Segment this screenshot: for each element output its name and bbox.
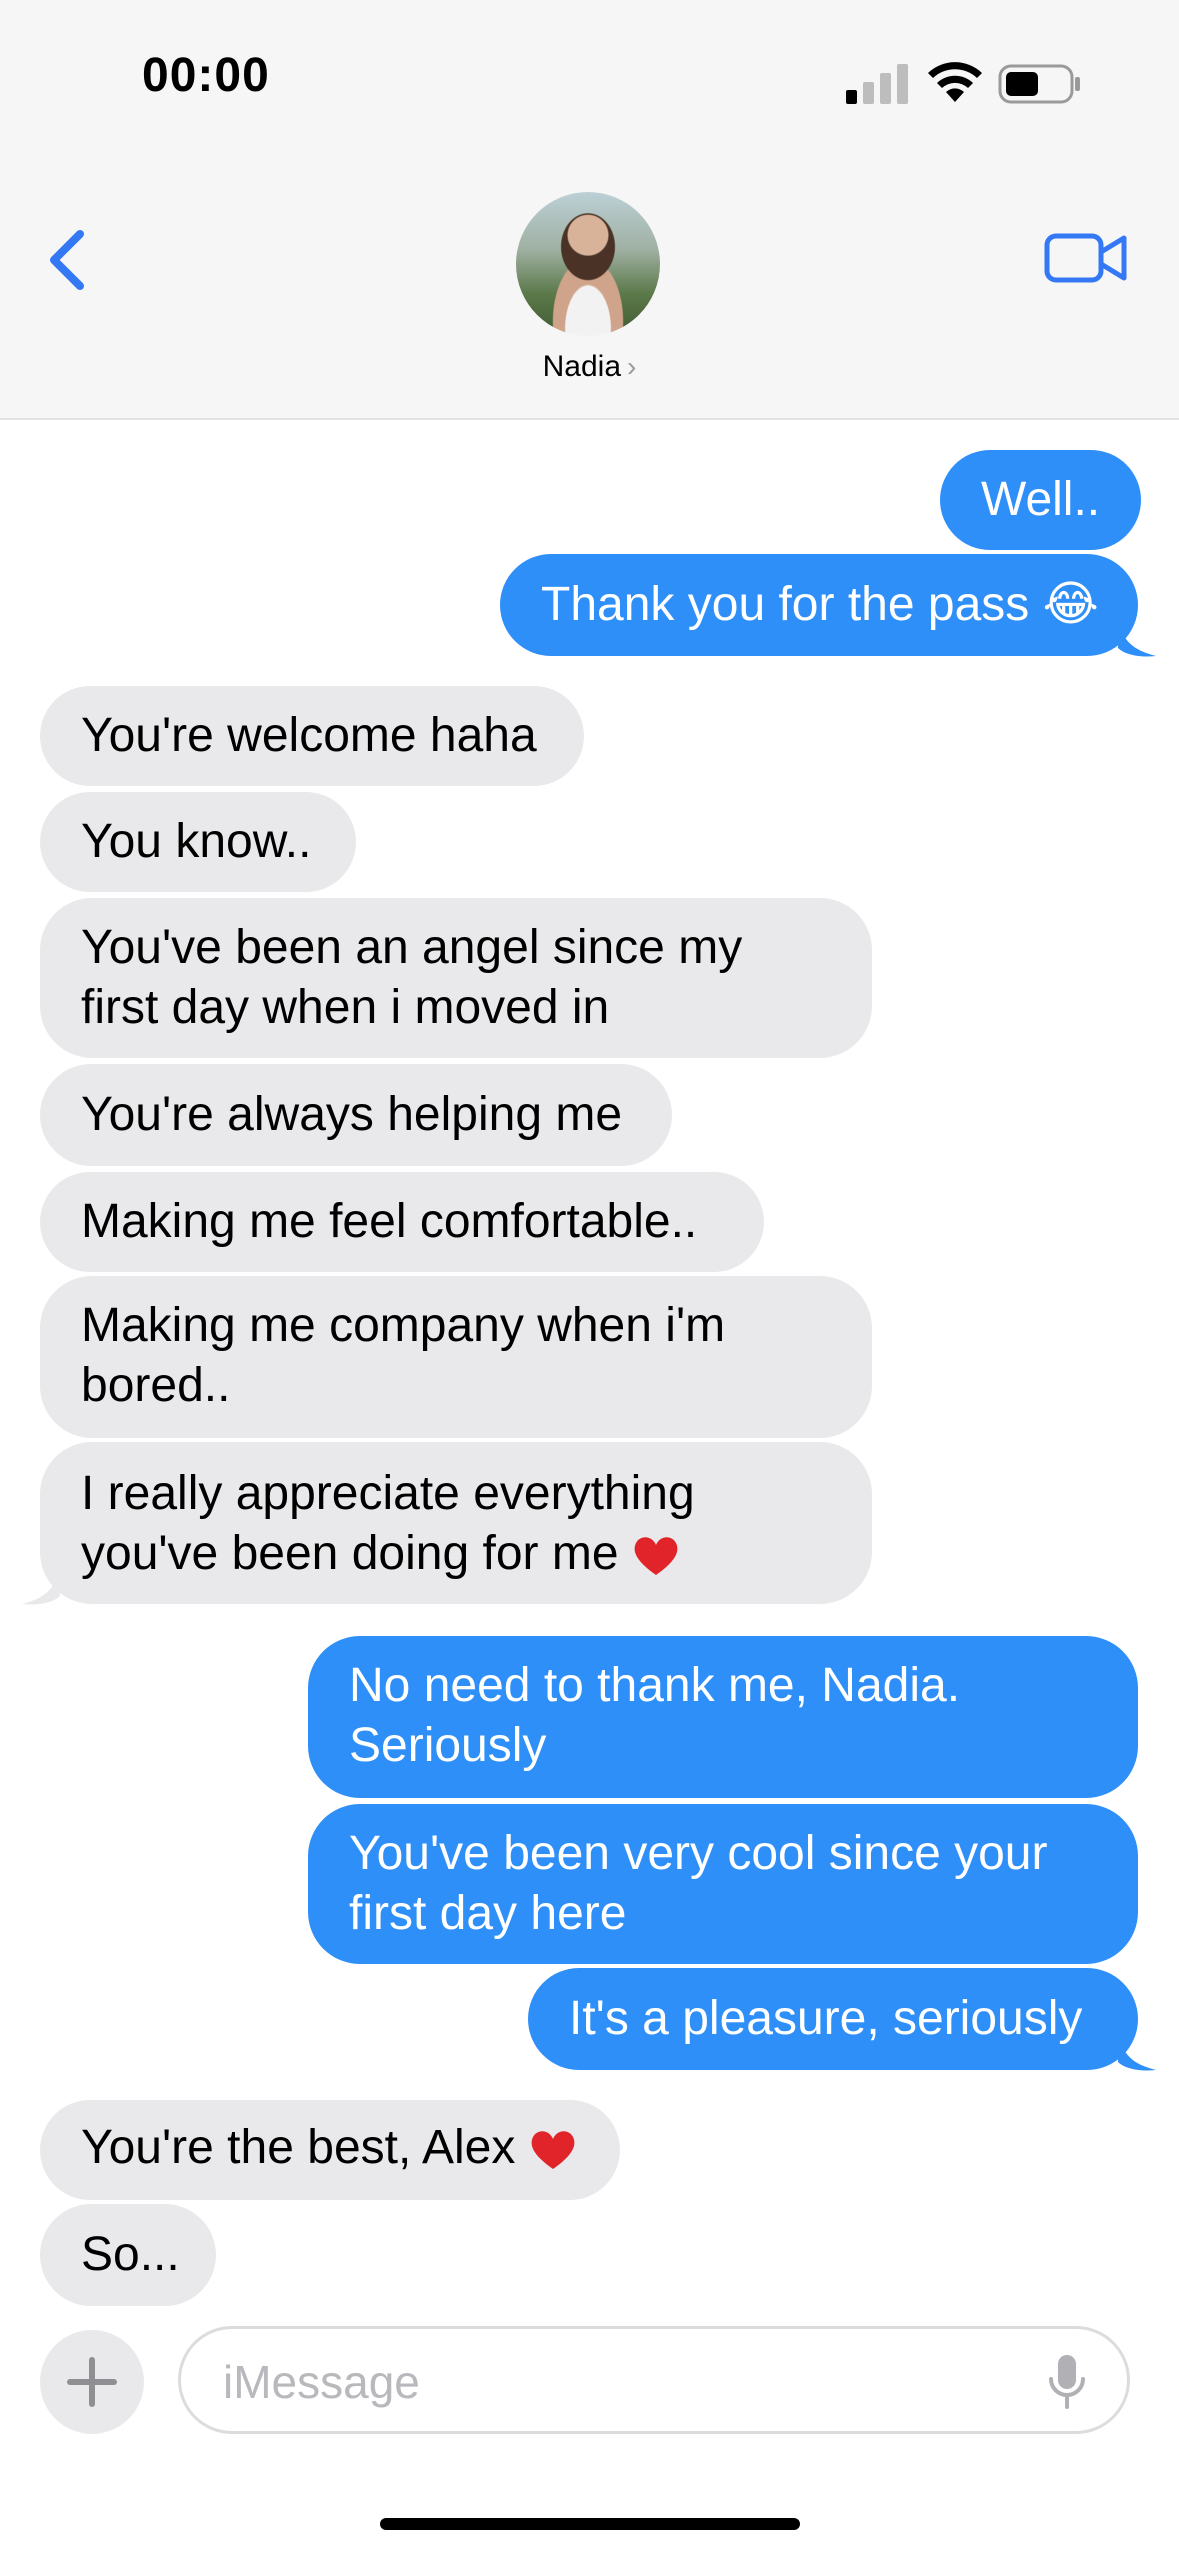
microphone-icon[interactable] bbox=[1047, 2353, 1087, 2411]
message-input-placeholder: iMessage bbox=[223, 2356, 420, 2408]
message-text: Well.. bbox=[981, 473, 1101, 526]
message-text-line: you've been doing for me bbox=[81, 1527, 619, 1580]
message-input[interactable]: iMessage bbox=[178, 2326, 1130, 2434]
message-bubble-sent[interactable]: Thank you for the pass 😂 bbox=[500, 554, 1138, 656]
bubble-tail bbox=[1118, 618, 1156, 657]
message-text-line: bored.. bbox=[81, 1359, 231, 1412]
message-text-line: You've been very cool since your bbox=[349, 1827, 1048, 1880]
message-bubble-sent[interactable]: No need to thank me, Nadia. Seriously bbox=[308, 1636, 1138, 1798]
back-chevron-icon[interactable] bbox=[40, 220, 100, 300]
message-text: So... bbox=[81, 2228, 180, 2281]
wifi-icon bbox=[928, 62, 982, 102]
message-text-line: Making me company when i'm bbox=[81, 1299, 726, 1352]
message-bubble-sent[interactable]: It's a pleasure, seriously bbox=[528, 1968, 1138, 2070]
message-text: You're welcome haha bbox=[81, 709, 537, 762]
battery-icon bbox=[998, 64, 1080, 104]
status-time: 00:00 bbox=[142, 49, 270, 102]
message-text: You're always helping me bbox=[81, 1088, 623, 1141]
message-text: You know.. bbox=[81, 815, 312, 868]
message-text: It's a pleasure, seriously bbox=[569, 1992, 1083, 2045]
message-text: You're the best, Alex bbox=[81, 2121, 516, 2174]
heart-emoji bbox=[531, 2131, 575, 2169]
chevron-right-icon: › bbox=[627, 351, 637, 382]
message-bubble-received[interactable]: So... bbox=[40, 2204, 216, 2306]
message-thread[interactable]: Well.. Thank you for the pass 😂 You're w… bbox=[0, 418, 1179, 2318]
signal-icon bbox=[846, 64, 908, 104]
message-text-line: You've been an angel since my bbox=[81, 921, 743, 974]
heart-emoji bbox=[634, 1537, 678, 1575]
message-text-line: first day here bbox=[349, 1887, 627, 1940]
contact-name[interactable]: Nadia › bbox=[0, 350, 1179, 384]
message-bubble-received[interactable]: You're always helping me bbox=[40, 1064, 672, 1166]
contact-avatar[interactable] bbox=[516, 192, 660, 336]
message-bubble-received[interactable]: Making me feel comfortable.. bbox=[40, 1172, 764, 1272]
message-bubble-received[interactable]: You're the best, Alex bbox=[40, 2100, 620, 2200]
bubble-tail bbox=[1118, 2032, 1156, 2071]
message-bubble-received[interactable]: You're welcome haha bbox=[40, 686, 584, 786]
message-bubble-sent[interactable]: You've been very cool since your first d… bbox=[308, 1804, 1138, 1964]
message-text-line: first day when i moved in bbox=[81, 981, 610, 1034]
plus-icon bbox=[67, 2357, 117, 2407]
message-bubble-received[interactable]: I really appreciate everything you've be… bbox=[40, 1442, 872, 1604]
message-bubble-received[interactable]: Making me company when i'm bored.. bbox=[40, 1276, 872, 1438]
home-indicator[interactable] bbox=[380, 2518, 800, 2530]
message-text-line: Seriously bbox=[349, 1719, 547, 1772]
message-text: Thank you for the pass 😂 bbox=[541, 578, 1099, 631]
apps-plus-button[interactable] bbox=[40, 2330, 144, 2434]
message-text-line: No need to thank me, Nadia. bbox=[349, 1659, 961, 1712]
conversation-header: 00:00 Nadia › bbox=[0, 0, 1179, 420]
message-text-line: I really appreciate everything bbox=[81, 1467, 695, 1520]
message-bubble-received[interactable]: You've been an angel since my first day … bbox=[40, 898, 872, 1058]
bubble-tail bbox=[22, 1566, 60, 1605]
message-bubble-received[interactable]: You know.. bbox=[40, 792, 356, 892]
video-camera-icon[interactable] bbox=[1044, 228, 1128, 288]
message-text: Making me feel comfortable.. bbox=[81, 1195, 698, 1248]
contact-name-label: Nadia bbox=[542, 350, 622, 383]
message-bubble-sent[interactable]: Well.. bbox=[940, 450, 1142, 550]
